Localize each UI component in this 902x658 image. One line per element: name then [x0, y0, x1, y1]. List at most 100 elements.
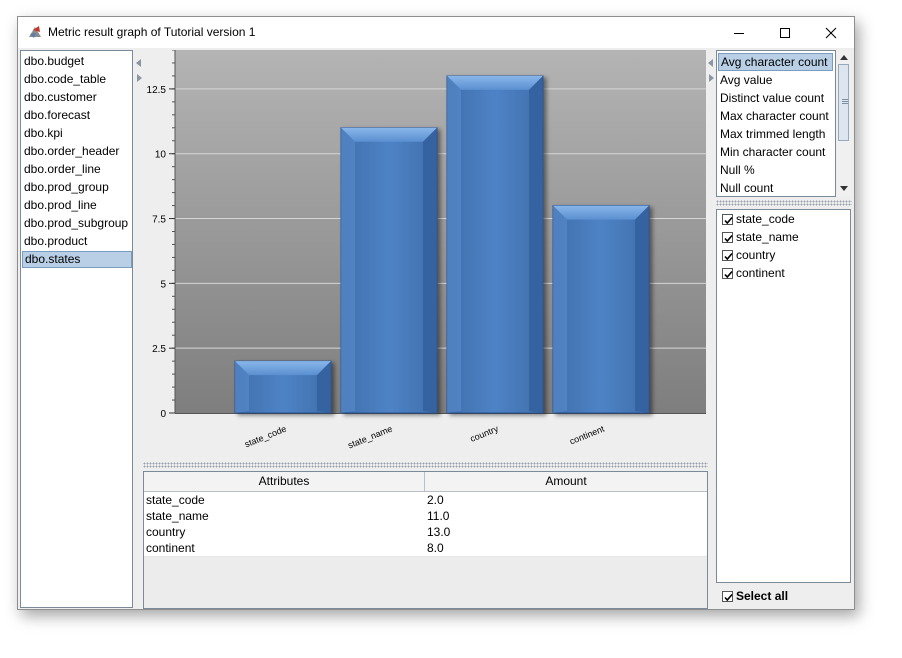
bar-state_name[interactable]: [340, 127, 438, 414]
x-tick-label: continent: [568, 423, 606, 446]
table-list-item[interactable]: dbo.states: [22, 251, 132, 268]
amount-cell: 11.0: [427, 509, 450, 523]
minimize-icon: [734, 33, 744, 34]
column-header-attributes[interactable]: Attributes: [144, 472, 425, 491]
metric-attribute-splitter[interactable]: [716, 200, 852, 206]
collapse-left-arrow-icon[interactable]: [136, 59, 141, 67]
bar-bevel-top: [447, 75, 543, 90]
table-list-item[interactable]: dbo.budget: [22, 53, 132, 70]
collapse-right-arrow-icon[interactable]: [708, 59, 713, 67]
app-logo-icon: [29, 26, 41, 38]
table-list-item[interactable]: dbo.customer: [22, 89, 132, 106]
metric-graph-window: Metric result graph of Tutorial version …: [17, 16, 855, 610]
metric-list-item[interactable]: Distinct value count: [718, 89, 833, 107]
table-list[interactable]: dbo.budget dbo.code_table dbo.customer dbo.…: [20, 50, 133, 608]
checkmark-icon: [724, 234, 733, 243]
table-list-item[interactable]: dbo.order_header: [22, 143, 132, 160]
checkbox-box[interactable]: [722, 250, 733, 261]
attribute-cell: state_code: [146, 493, 205, 507]
metric-list-item[interactable]: Max trimmed length: [718, 125, 833, 143]
attribute-cell: state_name: [146, 509, 209, 523]
attribute-checkbox-label: continent: [736, 266, 785, 280]
attribute-checkbox-label: country: [736, 248, 776, 262]
checkbox-box[interactable]: [722, 268, 733, 279]
metric-list-item[interactable]: Null count: [718, 179, 833, 197]
bar-bevel-right: [529, 75, 543, 413]
x-tick-label: state_name: [346, 424, 393, 451]
amount-cell: 8.0: [427, 541, 444, 555]
result-table: Attributes Amount state_code 2.0 state_nam…: [143, 471, 708, 609]
y-tick-label: 10: [155, 150, 167, 161]
title-bar[interactable]: Metric result graph of Tutorial version …: [18, 17, 854, 48]
minimize-button[interactable]: [716, 17, 762, 48]
close-icon: [825, 27, 837, 39]
metric-list-item[interactable]: Min character count: [718, 143, 833, 161]
select-all-label: Select all: [736, 589, 789, 603]
checkmark-icon: [724, 216, 733, 225]
metric-list-item[interactable]: Null %: [718, 161, 833, 179]
y-tick-label: 5: [160, 279, 166, 290]
scroll-down-icon[interactable]: [840, 186, 848, 192]
scrollbar-thumb[interactable]: [838, 64, 849, 141]
maximize-button[interactable]: [762, 17, 808, 48]
attribute-checkbox[interactable]: continent: [722, 265, 842, 283]
bar-country[interactable]: [446, 75, 544, 414]
bar-bevel-top: [553, 205, 649, 220]
attribute-cell: country: [146, 525, 186, 539]
table-row[interactable]: state_code 2.0: [144, 492, 707, 509]
metric-list-item[interactable]: Avg value: [718, 71, 833, 89]
bar-bevel-left: [447, 75, 461, 413]
x-tick-label: state_code: [243, 424, 288, 450]
attribute-cell: continent: [146, 541, 195, 555]
chart-table-splitter[interactable]: [143, 462, 708, 468]
x-tick-label: country: [469, 423, 501, 444]
grip-line: [842, 101, 848, 102]
select-all-checkbox[interactable]: Select all: [722, 588, 842, 606]
attribute-checkbox[interactable]: state_name: [722, 229, 842, 247]
checkmark-icon: [724, 593, 733, 602]
bar-bevel-top: [235, 361, 331, 376]
expand-right-arrow-icon[interactable]: [709, 74, 714, 82]
bar-state_code[interactable]: [234, 360, 332, 414]
close-button[interactable]: [808, 17, 854, 48]
bar-bevel-top: [341, 127, 437, 142]
maximize-icon: [780, 28, 790, 38]
table-list-item[interactable]: dbo.kpi: [22, 125, 132, 142]
metric-list-scrollbar[interactable]: [837, 51, 851, 196]
metric-list-item[interactable]: Max character count: [718, 107, 833, 125]
metric-bar-chart: 0 2.5 5 7.5 10 12.5 state_code state_name count…: [147, 50, 706, 451]
scroll-up-icon[interactable]: [840, 54, 848, 60]
table-row[interactable]: country 13.0: [144, 524, 707, 541]
table-list-item[interactable]: dbo.code_table: [22, 71, 132, 88]
bar-bevel-left: [553, 205, 567, 413]
bar-body: [552, 205, 650, 414]
attribute-checkbox[interactable]: state_code: [722, 211, 842, 229]
bar-continent[interactable]: [552, 205, 650, 414]
column-header-amount[interactable]: Amount: [425, 472, 707, 491]
expand-left-arrow-icon[interactable]: [137, 74, 142, 82]
y-tick-label: 0: [160, 409, 166, 420]
table-list-item[interactable]: dbo.prod_group: [22, 179, 132, 196]
checkbox-box[interactable]: [722, 232, 733, 243]
table-list-item[interactable]: dbo.forecast: [22, 107, 132, 124]
table-row[interactable]: continent 8.0: [144, 540, 707, 557]
checkbox-box[interactable]: [722, 214, 733, 225]
table-list-item[interactable]: dbo.product: [22, 233, 132, 250]
table-list-item[interactable]: dbo.prod_subgroup: [22, 215, 132, 232]
table-list-item[interactable]: dbo.prod_line: [22, 197, 132, 214]
y-tick-label: 2.5: [152, 344, 166, 355]
amount-cell: 2.0: [427, 493, 444, 507]
bar-body: [340, 127, 438, 414]
grip-line: [842, 99, 848, 100]
checkbox-box[interactable]: [722, 591, 733, 602]
attribute-checkbox[interactable]: country: [722, 247, 842, 265]
grip-line: [842, 103, 848, 104]
bar-bevel-right: [635, 205, 649, 413]
metric-list[interactable]: Avg character count Avg value Distinct val…: [716, 50, 836, 197]
window-title: Metric result graph of Tutorial version …: [48, 25, 256, 39]
table-list-item[interactable]: dbo.order_line: [22, 161, 132, 178]
table-row[interactable]: state_name 11.0: [144, 508, 707, 525]
checkmark-icon: [724, 270, 733, 279]
metric-list-item[interactable]: Avg character count: [718, 53, 833, 71]
y-tick-label: 12.5: [147, 85, 167, 96]
